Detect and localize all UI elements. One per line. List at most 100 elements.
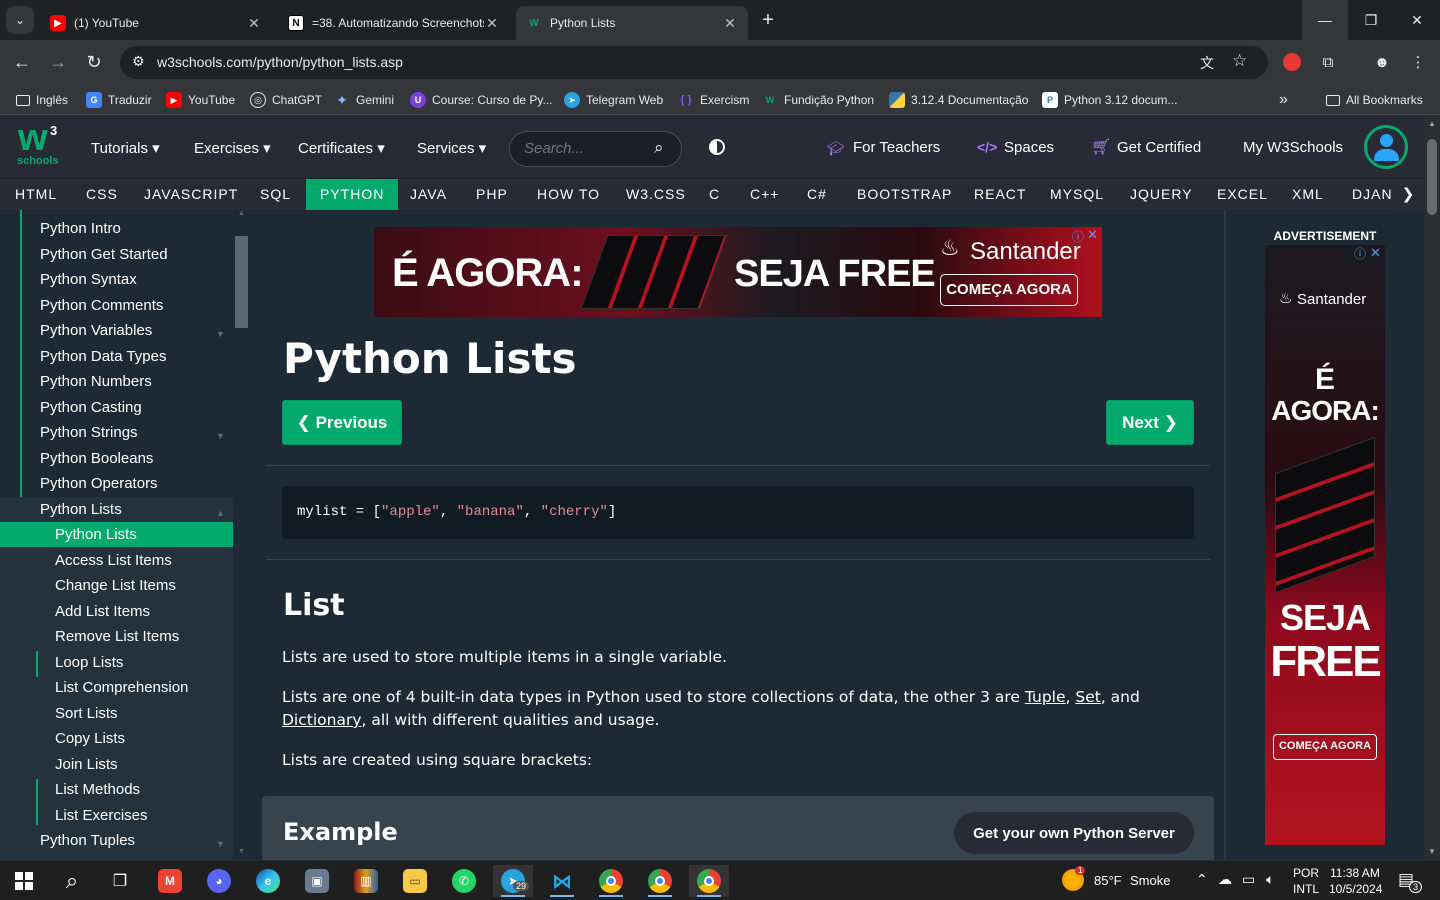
- bookmark-youtube[interactable]: ▶ YouTube: [166, 91, 235, 109]
- page-scrollbar[interactable]: ▲ ▼: [1424, 115, 1440, 860]
- theme-toggle-icon[interactable]: [709, 139, 725, 155]
- subject-tab[interactable]: JQUERY: [1130, 179, 1193, 211]
- browser-tab-notion[interactable]: N =38. Automatizando Screenchots ✕: [278, 6, 510, 40]
- nav-tutorials[interactable]: Tutorials ▾: [91, 139, 160, 157]
- network-icon[interactable]: ▭: [1242, 871, 1255, 888]
- subject-tab[interactable]: C++: [750, 179, 779, 211]
- close-tab-icon[interactable]: ✕: [246, 15, 262, 32]
- menu-dots-icon[interactable]: ⋮: [1406, 50, 1430, 74]
- subject-tab[interactable]: XML: [1292, 179, 1324, 211]
- ad-banner[interactable]: É AGORA: SEJA FREE ♨ Santander COMEÇA AG…: [374, 227, 1102, 317]
- side-ad[interactable]: ⓘ ✕ ♨ Santander É AGORA: SEJA FREE COMEÇ…: [1265, 245, 1385, 845]
- nav-get-certified[interactable]: Get Certified: [1117, 139, 1201, 156]
- subject-tab[interactable]: MYSQL: [1050, 179, 1104, 211]
- sidebar-subitem[interactable]: Sort Lists: [55, 705, 118, 722]
- subject-tab[interactable]: REACT: [974, 179, 1026, 211]
- subject-tab[interactable]: JAVASCRIPT: [144, 179, 238, 211]
- clock-time[interactable]: 11:38 AM: [1330, 866, 1380, 880]
- expand-caret-icon[interactable]: ▼: [216, 431, 225, 441]
- weather-desc[interactable]: Smoke: [1130, 873, 1170, 888]
- profile-icon[interactable]: ☻: [1370, 50, 1394, 74]
- sidebar-item[interactable]: Python Variables: [40, 322, 152, 339]
- browser-tab-python-lists[interactable]: W Python Lists ✕: [516, 6, 748, 40]
- page-scroll-thumb[interactable]: [1427, 139, 1437, 215]
- bookmark-ingles[interactable]: Inglês: [16, 91, 68, 109]
- subject-tab-active[interactable]: PYTHON: [306, 179, 399, 211]
- search-icon[interactable]: ⌕: [654, 138, 664, 158]
- user-avatar-icon[interactable]: [1364, 125, 1408, 169]
- sidebar-subitem[interactable]: Copy Lists: [55, 730, 125, 747]
- sidebar-item[interactable]: Python Tuples: [40, 832, 135, 849]
- previous-button[interactable]: ❮ Previous: [282, 400, 402, 445]
- next-button[interactable]: Next ❯: [1106, 400, 1194, 445]
- site-info-icon[interactable]: ⚙: [132, 53, 145, 70]
- sidebar-item[interactable]: Python Strings: [40, 424, 138, 441]
- sidebar-subitem[interactable]: Join Lists: [55, 756, 118, 773]
- bookmark-star-icon[interactable]: ☆: [1232, 51, 1247, 71]
- ad-info-icon[interactable]: ⓘ: [1354, 245, 1366, 262]
- sidebar-subitem[interactable]: List Methods: [55, 781, 140, 798]
- taskbar-gmail[interactable]: M: [150, 865, 190, 897]
- ad-close-icon[interactable]: ✕: [1370, 245, 1381, 261]
- taskbar-app[interactable]: ▣: [297, 865, 337, 897]
- sidebar-item[interactable]: Python Casting: [40, 399, 142, 416]
- get-python-server-button[interactable]: Get your own Python Server: [954, 812, 1194, 854]
- all-bookmarks-button[interactable]: All Bookmarks: [1326, 91, 1423, 109]
- sidebar-subitem[interactable]: List Comprehension: [55, 679, 188, 696]
- bookmark-telegram[interactable]: ➤ Telegram Web: [564, 91, 663, 109]
- tray-expand-icon[interactable]: ⌃: [1196, 871, 1208, 888]
- bookmark-python-doc-pt[interactable]: 3.12.4 Documentação: [889, 91, 1028, 109]
- restore-icon[interactable]: ❐: [1348, 0, 1394, 40]
- forward-icon[interactable]: →: [44, 48, 72, 76]
- link-set[interactable]: Set: [1075, 688, 1100, 706]
- sidebar-subitem[interactable]: Access List Items: [55, 552, 172, 569]
- minimize-icon[interactable]: —: [1302, 0, 1348, 40]
- sidebar-subitem[interactable]: Change List Items: [55, 577, 176, 594]
- extension-red-icon[interactable]: [1280, 50, 1304, 74]
- keyboard-layout[interactable]: INTL: [1293, 882, 1319, 896]
- new-tab-button[interactable]: +: [746, 0, 790, 40]
- subject-tab[interactable]: HOW TO: [537, 179, 600, 211]
- sidebar-scrollbar[interactable]: ▲ ▼: [235, 210, 248, 860]
- nav-my-w3schools[interactable]: My W3Schools: [1243, 139, 1343, 156]
- subject-tab[interactable]: W3.CSS: [626, 179, 686, 211]
- language-indicator[interactable]: POR: [1293, 866, 1319, 880]
- scroll-up-icon[interactable]: ▲: [1428, 119, 1436, 128]
- address-bar[interactable]: ⚙ w3schools.com/python/python_lists.asp …: [120, 46, 1268, 79]
- tab-search-button[interactable]: ⌄: [6, 6, 34, 34]
- sidebar-subitem-active[interactable]: Python Lists: [55, 526, 137, 543]
- expand-caret-icon[interactable]: ▼: [216, 329, 225, 339]
- taskbar-discord[interactable]: ◕: [199, 865, 239, 897]
- bookmark-chatgpt[interactable]: ◎ ChatGPT: [250, 91, 322, 109]
- translate-icon[interactable]: 文: [1200, 53, 1214, 73]
- sidebar-item[interactable]: Python Syntax: [40, 271, 137, 288]
- sidebar-scroll-thumb[interactable]: [235, 236, 248, 328]
- w3schools-logo[interactable]: w 3 schools: [16, 117, 60, 169]
- sidebar-item[interactable]: Python Booleans: [40, 450, 153, 467]
- sidebar-item[interactable]: Python Comments: [40, 297, 163, 314]
- subjects-next-arrow[interactable]: ❯: [1392, 179, 1424, 211]
- sidebar-item[interactable]: Python Data Types: [40, 348, 166, 365]
- subject-tab[interactable]: BOOTSTRAP: [857, 179, 952, 211]
- extensions-icon[interactable]: ⧉: [1316, 50, 1340, 74]
- close-tab-icon[interactable]: ✕: [484, 15, 500, 32]
- ad-info-icon[interactable]: ⓘ: [1072, 228, 1084, 245]
- taskbar-chrome-2[interactable]: [640, 865, 680, 897]
- bookmark-course[interactable]: U Course: Curso de Py...: [410, 91, 553, 109]
- nav-services[interactable]: Services ▾: [417, 139, 486, 157]
- scroll-down-icon[interactable]: ▼: [1428, 847, 1436, 856]
- sidebar-item[interactable]: Python Intro: [40, 220, 121, 237]
- bookmark-exercism[interactable]: { } Exercism: [678, 91, 749, 109]
- taskbar-winrar[interactable]: ▥: [346, 865, 386, 897]
- subject-tab[interactable]: JAVA: [410, 179, 447, 211]
- subject-tab[interactable]: C#: [807, 179, 827, 211]
- expand-caret-icon[interactable]: ▼: [216, 839, 225, 849]
- search-box[interactable]: ⌕: [509, 131, 682, 167]
- taskbar-vscode[interactable]: ⋈: [542, 865, 582, 897]
- weather-temp[interactable]: 85°F: [1094, 873, 1122, 888]
- sidebar-subitem[interactable]: Add List Items: [55, 603, 150, 620]
- task-view-button[interactable]: ❐: [100, 865, 140, 897]
- taskbar-chrome-3[interactable]: [689, 865, 729, 897]
- start-button[interactable]: [4, 865, 44, 897]
- nav-exercises[interactable]: Exercises ▾: [194, 139, 271, 157]
